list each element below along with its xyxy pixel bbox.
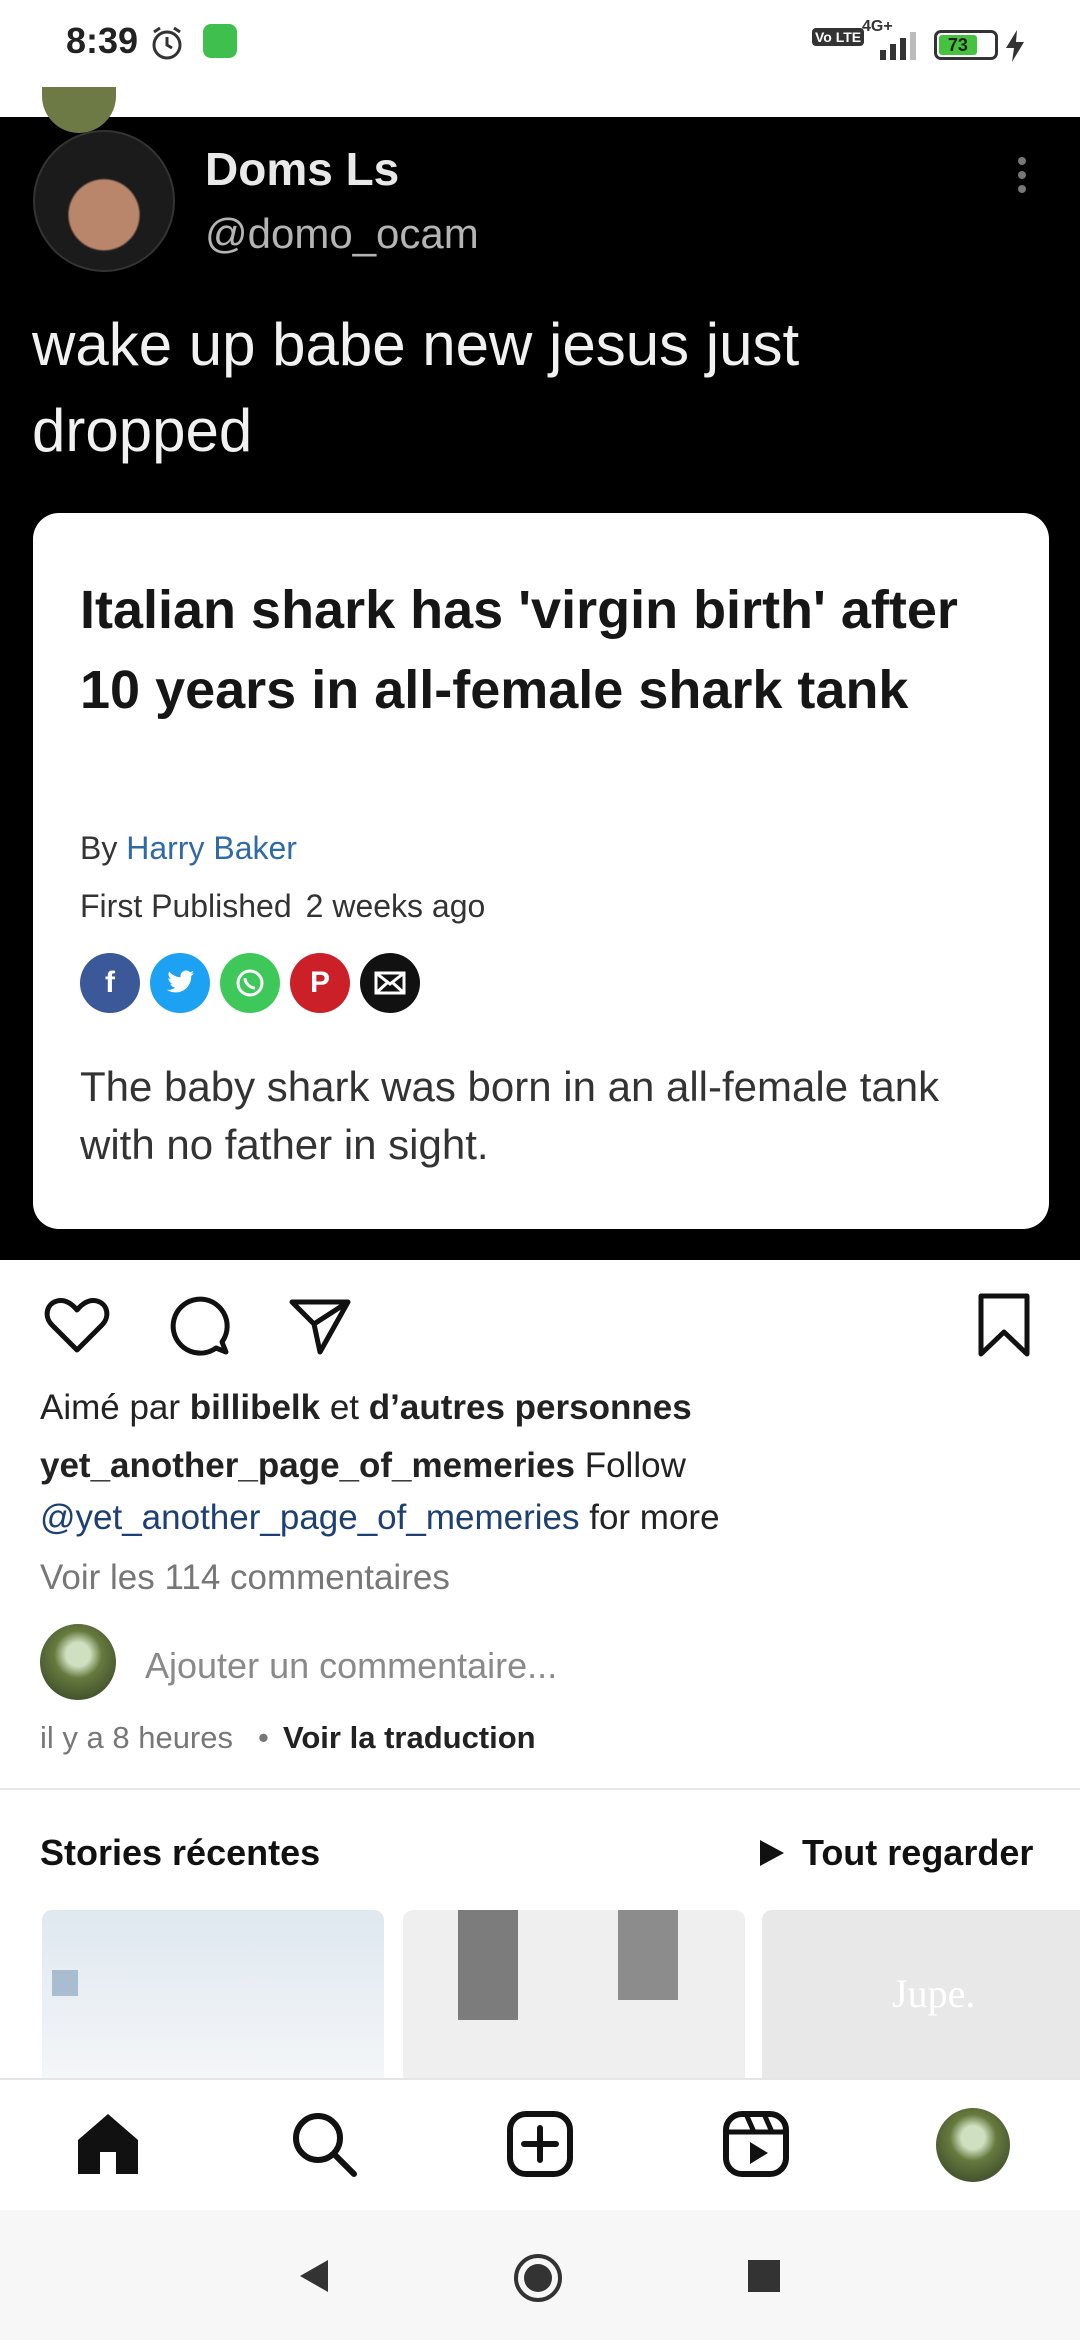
recent-stories-title: Stories récentes	[40, 1832, 321, 1873]
alarm-icon	[152, 26, 182, 60]
bookmark-icon[interactable]	[969, 1290, 1039, 1360]
battery-icon: 73	[934, 30, 998, 60]
charging-icon	[1006, 30, 1024, 62]
caption-username[interactable]: yet_another_page_of_memeries	[40, 1446, 575, 1485]
liked-others[interactable]: d’autres personnes	[369, 1388, 692, 1427]
my-avatar	[40, 1624, 116, 1700]
caption-mention[interactable]: @yet_another_page_of_memeries	[40, 1498, 579, 1537]
caption-text-after: for more	[589, 1498, 720, 1537]
byline-prefix: By	[80, 830, 118, 866]
story-thumbnail[interactable]	[403, 1910, 745, 2080]
reels-icon[interactable]	[720, 2108, 792, 2180]
separator-dot: •	[258, 1720, 269, 1755]
home-icon[interactable]	[72, 2108, 144, 2180]
twitter-icon	[150, 953, 210, 1013]
previous-avatar	[42, 87, 116, 133]
liked-prefix: Aimé par	[40, 1388, 181, 1427]
email-icon	[360, 953, 420, 1013]
article-published: First Published 2 weeks ago	[80, 888, 485, 925]
article-author: Harry Baker	[126, 830, 297, 866]
liked-by[interactable]: Aimé par billibelk et d’autres personnes	[40, 1388, 692, 1428]
article-description: The baby shark was born in an all-female…	[80, 1063, 940, 1168]
see-all-label: Tout regarder	[802, 1832, 1034, 1873]
comment-icon[interactable]	[164, 1290, 234, 1360]
story-logo-icon	[52, 1970, 78, 1996]
liked-and: et	[329, 1388, 360, 1427]
story-thumbnail[interactable]: Jupe.	[762, 1910, 1080, 2080]
story-figure	[458, 1910, 518, 2020]
app-notification-icon	[203, 24, 237, 58]
liked-user[interactable]: billibelk	[190, 1388, 320, 1427]
tweet-avatar	[33, 130, 175, 272]
article-title: Italian shark has 'virgin birth' after 1…	[80, 580, 958, 720]
like-icon[interactable]	[42, 1290, 112, 1360]
story-figure	[618, 1910, 678, 2000]
post-timestamp: il y a 8 heures	[40, 1720, 233, 1755]
pinterest-icon: P	[290, 953, 350, 1013]
story-text: Jupe.	[892, 1971, 976, 2016]
volte-icon: Vo LTE	[812, 28, 865, 46]
recents-icon[interactable]	[746, 2258, 782, 2294]
status-bar: 8:39 Vo LTE 4G+ 73	[0, 0, 1080, 74]
home-button-icon[interactable]	[512, 2252, 564, 2304]
post-caption: yet_another_page_of_memeries Follow @yet…	[40, 1440, 1040, 1544]
article-byline: By Harry Baker	[80, 830, 297, 867]
more-icon	[1018, 157, 1026, 193]
see-all-button[interactable]: Tout regarder	[758, 1832, 1033, 1874]
view-comments-link[interactable]: Voir les 114 commentaires	[40, 1558, 450, 1598]
back-icon[interactable]	[296, 2256, 332, 2296]
share-icon[interactable]	[284, 1290, 354, 1360]
search-icon[interactable]	[288, 2108, 360, 2180]
profile-avatar[interactable]	[936, 2108, 1010, 2182]
create-post-icon[interactable]	[504, 2108, 576, 2180]
facebook-icon: f	[80, 953, 140, 1013]
story-thumbnail[interactable]	[42, 1910, 384, 2080]
tweet-text: wake up babe new jesus just dropped	[32, 311, 800, 464]
tweet-handle: @domo_ocam	[205, 210, 479, 257]
play-icon	[760, 1840, 784, 1866]
see-translation-link[interactable]: Voir la traduction	[283, 1720, 536, 1756]
published-label: First Published	[80, 888, 292, 924]
tweet-author-name: Doms Ls	[205, 143, 400, 195]
battery-level: 73	[939, 35, 977, 55]
add-comment-input[interactable]: Ajouter un commentaire...	[145, 1645, 557, 1687]
signal-icon	[880, 32, 916, 60]
divider	[0, 1788, 1080, 1790]
clock: 8:39	[66, 20, 139, 61]
published-ago: 2 weeks ago	[305, 888, 486, 924]
whatsapp-icon	[220, 953, 280, 1013]
caption-text-before: Follow	[584, 1446, 686, 1485]
